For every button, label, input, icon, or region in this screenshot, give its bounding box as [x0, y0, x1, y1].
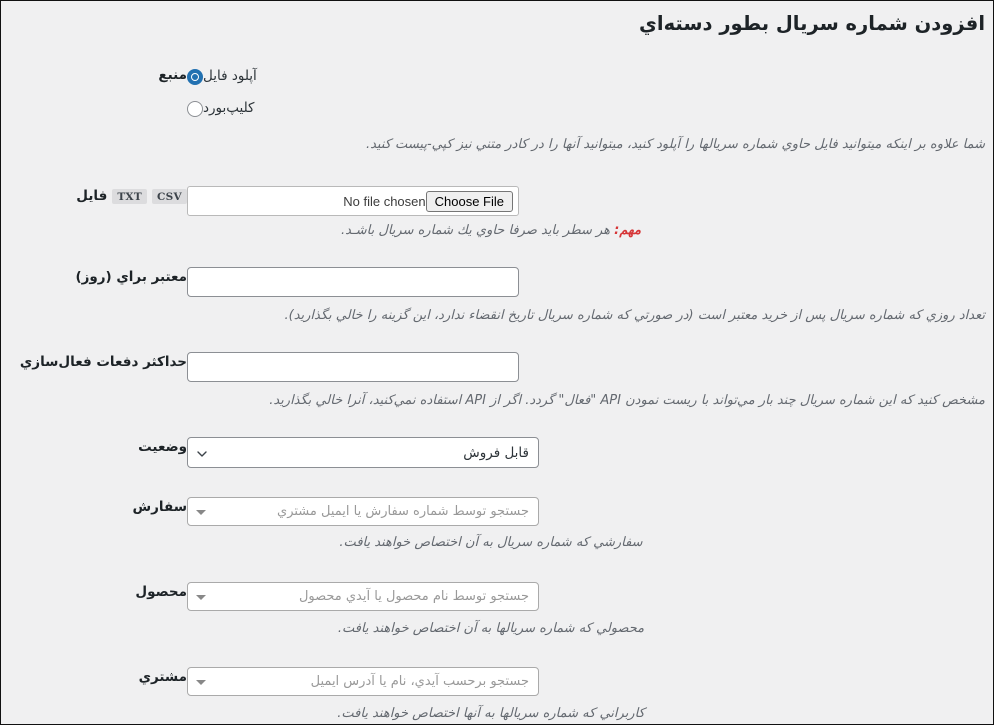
caret-down-icon	[196, 509, 206, 515]
status-row: قابل فروش وضعیت	[0, 437, 993, 468]
source-description: شما علاوه بر اینکه میتوانید فایل حاوي شم…	[365, 137, 985, 152]
page-title: افزودن شماره سریال بطور دسته‌اي	[639, 12, 985, 35]
product-row: جستجو توسط نام محصول یا آیدي محصول محصول	[0, 582, 993, 611]
radio-upload-file[interactable]	[187, 69, 203, 85]
product-placeholder: جستجو توسط نام محصول یا آیدي محصول	[298, 589, 529, 604]
source-label: منبع	[158, 67, 187, 83]
source-option-clipboard-label: کلیپ‌بورد	[203, 100, 255, 117]
customer-description: کاربراني که شماره سریالها به آنها اختصاص…	[337, 706, 645, 721]
max-activations-row: حداکثر دفعات فعال‌سازي	[0, 352, 993, 382]
max-activations-label: حداکثر دفعات فعال‌سازي	[19, 354, 187, 370]
file-note: مهم: هر سطر باید صرفا حاوي یك شماره سریا…	[223, 221, 759, 241]
customer-row: جستجو برحسب آیدي، نام یا آدرس ایمیل مشتر…	[0, 667, 993, 696]
customer-label: مشتري	[138, 669, 187, 685]
file-label-cell: CSV TXT فایل	[0, 186, 187, 206]
source-option-upload-label: آپلود فایل	[203, 68, 257, 85]
source-option-clipboard[interactable]: کلیپ‌بورد	[187, 97, 985, 121]
caret-down-icon	[196, 679, 206, 685]
order-label: سفارش	[132, 499, 187, 515]
order-placeholder: جستجو توسط شماره سفارش یا ایمیل مشتري	[277, 504, 529, 519]
radio-clipboard[interactable]	[187, 101, 203, 117]
caret-down-icon	[196, 594, 206, 600]
product-description: محصولي که شماره سریالها به آن اختصاص خوا…	[337, 621, 645, 636]
source-option-upload[interactable]: آپلود فایل	[187, 65, 985, 89]
product-select[interactable]: جستجو توسط نام محصول یا آیدي محصول	[187, 582, 539, 611]
product-label: محصول	[135, 584, 187, 600]
valid-for-row: معتبر براي (روز)	[0, 267, 993, 297]
badge-txt: TXT	[112, 188, 147, 204]
valid-for-input[interactable]	[187, 267, 519, 297]
choose-file-button[interactable]: Choose File	[425, 190, 513, 212]
file-note-text: هر سطر باید صرفا حاوي یك شماره سریال باش…	[341, 223, 615, 238]
status-select[interactable]: قابل فروش	[187, 437, 539, 468]
source-row: آپلود فایل کلیپ‌بورد منبع	[0, 65, 993, 129]
file-row: No file chosen Choose File CSV TXT فایل	[0, 186, 993, 216]
order-row: جستجو توسط شماره سفارش یا ایمیل مشتري سف…	[0, 497, 993, 526]
valid-for-description: تعداد روزي که شماره سریال پس از خرید معت…	[284, 308, 985, 323]
file-note-prefix: مهم:	[614, 223, 641, 238]
file-label: فایل	[76, 188, 108, 204]
order-select[interactable]: جستجو توسط شماره سفارش یا ایمیل مشتري	[187, 497, 539, 526]
status-selected-value: قابل فروش	[463, 444, 529, 461]
customer-placeholder: جستجو برحسب آیدي، نام یا آدرس ایمیل	[310, 674, 529, 689]
chevron-down-icon	[197, 449, 207, 459]
customer-select[interactable]: جستجو برحسب آیدي، نام یا آدرس ایمیل	[187, 667, 539, 696]
valid-for-label: معتبر براي (روز)	[75, 269, 187, 285]
file-status-text: No file chosen	[343, 193, 426, 209]
order-description: سفارشي که شماره سریال به آن اختصاص خواهن…	[339, 535, 643, 550]
status-label: وضعیت	[138, 439, 187, 455]
max-activations-description: مشخص کنید که این شماره سریال چند بار مي‌…	[269, 393, 985, 408]
max-activations-input[interactable]	[187, 352, 519, 382]
file-input[interactable]: No file chosen Choose File	[187, 186, 519, 216]
bulk-serial-numbers-page: افزودن شماره سریال بطور دسته‌اي آپلود فا…	[0, 0, 994, 725]
badge-csv: CSV	[152, 188, 187, 204]
